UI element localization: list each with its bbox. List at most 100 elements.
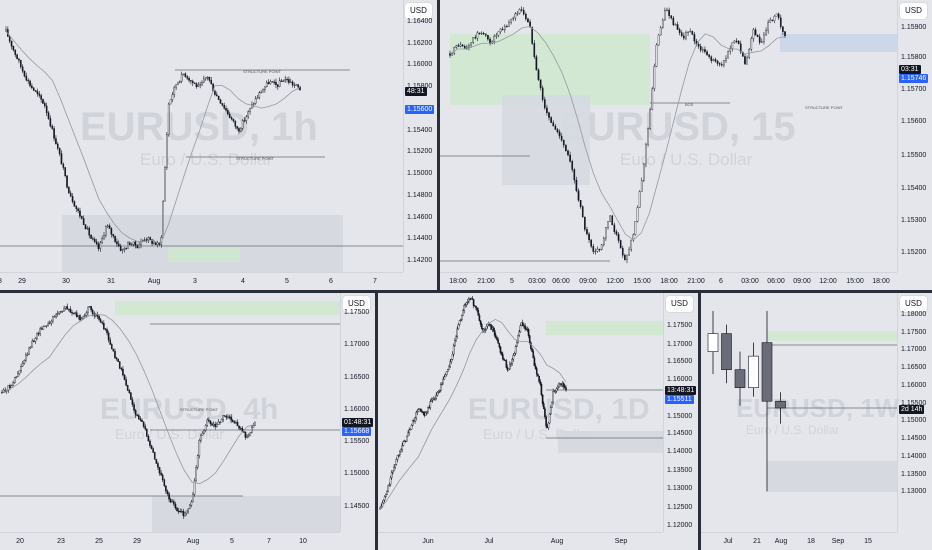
price-axis[interactable]: USD 1.175001.170001.165001.160001.155001… [340, 293, 375, 532]
candle-body [264, 86, 266, 90]
candle-body [516, 13, 519, 15]
candle-body [480, 32, 483, 35]
candle-body [246, 436, 248, 438]
candle-body [55, 138, 57, 145]
price-tag: 2d 14h [899, 405, 925, 414]
time-axis[interactable]: 29 30 31 Aug 3 4 5 6 7 8 [0, 272, 403, 290]
candle-body [482, 32, 485, 35]
candle-body [134, 410, 137, 416]
candle-body [201, 432, 204, 436]
candle-body [149, 237, 152, 240]
price-chart[interactable] [0, 293, 340, 532]
candle-body [417, 409, 420, 412]
candle-body [182, 510, 185, 517]
time-tick: 21:00 [477, 278, 495, 285]
chart-panel-4h[interactable]: EURUSD, 4h Euro / U.S. Dollar USD 1.1750… [0, 293, 375, 550]
candle-body [449, 53, 451, 56]
currency-badge[interactable]: USD [405, 3, 432, 19]
price-axis[interactable]: USD 1.18000 1.17500 1.17000 1.16500 1.16000 1… [897, 293, 932, 532]
candle-body [21, 66, 24, 72]
price-axis[interactable]: USD 1.175001.170001.165001.160001.155001… [663, 293, 698, 532]
structure-label: STRUCTURE POINT [805, 105, 843, 110]
candle-body [40, 328, 43, 330]
candle-body [707, 333, 719, 352]
candle-body [98, 316, 100, 320]
candle-body [607, 221, 609, 228]
candle-body [678, 29, 681, 33]
candle-body [479, 320, 482, 325]
price-chart[interactable] [701, 293, 897, 532]
candle-body [236, 421, 239, 427]
candle-body [10, 385, 13, 388]
candle-body [177, 82, 179, 85]
candle-body [756, 34, 759, 38]
time-tick: 15:00 [846, 278, 864, 285]
time-axis[interactable]: 20 23 25 29 Aug 5 7 10 [0, 532, 340, 550]
price-tick: 1.14800 [407, 192, 433, 199]
price-axis[interactable]: USD 1.15900 1.15800 1.15700 1.15600 1.15500 1… [897, 0, 932, 272]
candle-body [718, 63, 721, 65]
currency-badge[interactable]: USD [900, 3, 927, 19]
candle-body [436, 392, 439, 396]
price-tick: 1.15000 [344, 470, 370, 477]
currency-badge[interactable]: USD [666, 296, 693, 312]
candle-body [569, 154, 571, 162]
candle-body [702, 49, 704, 51]
candle-body [73, 201, 76, 207]
candle-body [733, 40, 736, 43]
candle-body [594, 250, 597, 253]
candle-body [626, 254, 628, 260]
time-tick: 29 [18, 278, 26, 285]
candle-body [545, 416, 547, 427]
time-tick: 30 [62, 278, 70, 285]
candle-body [415, 412, 418, 419]
chart-panel-15m[interactable]: EURUSD, 15 Euro / U.S. Dollar USD 1.1590… [440, 0, 932, 290]
candle-body [465, 302, 468, 305]
candle-body [116, 241, 118, 245]
time-axis[interactable]: Jun Jul Aug Sep [378, 532, 663, 550]
candle-body [190, 80, 192, 82]
price-axis[interactable]: USD 1.164001.162001.160001.158001.156001… [403, 0, 437, 272]
moving-average [5, 31, 301, 245]
candle-body [71, 196, 74, 202]
candle-body [115, 357, 118, 360]
candle-body [260, 92, 262, 94]
candle-body [596, 248, 599, 252]
candle-body [520, 9, 523, 11]
candle-body [424, 412, 427, 416]
candle-body [110, 228, 113, 235]
price-chart[interactable] [378, 293, 663, 532]
candle-body [297, 84, 299, 88]
time-tick: 25 [95, 538, 103, 545]
candle-body [112, 234, 115, 237]
price-chart[interactable] [0, 0, 403, 272]
candle-body [784, 31, 786, 36]
candle-body [394, 464, 397, 468]
candle-body [487, 34, 489, 40]
chart-panel-1w[interactable]: EURUSD, 1W Euro / U.S. Dollar USD 1.1800… [701, 293, 932, 550]
currency-badge[interactable]: USD [900, 296, 927, 312]
candle-body [8, 36, 11, 42]
candle-body [122, 368, 124, 376]
time-tick: 09:00 [793, 278, 811, 285]
time-axis[interactable]: 18:00 21:00 5 03:00 06:00 09:00 12:00 15:00 18:0… [440, 272, 897, 290]
price-tick: 1.16500 [901, 364, 927, 371]
candle-body [18, 58, 20, 61]
time-tick: 03:00 [528, 278, 546, 285]
time-tick: 23 [57, 538, 65, 545]
candle-body [93, 239, 96, 242]
chart-panel-1h[interactable]: EURUSD, 1h Euro / U.S. Dollar USD 1.1640… [0, 0, 437, 290]
chart-panel-1d[interactable]: EURUSD, 1D Euro / U.S. Dollar USD 1.1750… [378, 293, 698, 550]
candle-body [721, 333, 732, 370]
candle-body [47, 112, 50, 119]
candle-body [231, 420, 234, 422]
candle-body [143, 239, 146, 241]
candle-body [197, 84, 200, 87]
time-axis[interactable]: Jul 21 Aug 18 Sep 15 [701, 532, 897, 550]
candle-body [548, 413, 551, 424]
time-tick: 7 [267, 538, 271, 545]
candle-body [579, 200, 582, 207]
candle-body [699, 46, 702, 51]
candle-body [219, 99, 222, 104]
price-chart[interactable] [440, 0, 897, 272]
